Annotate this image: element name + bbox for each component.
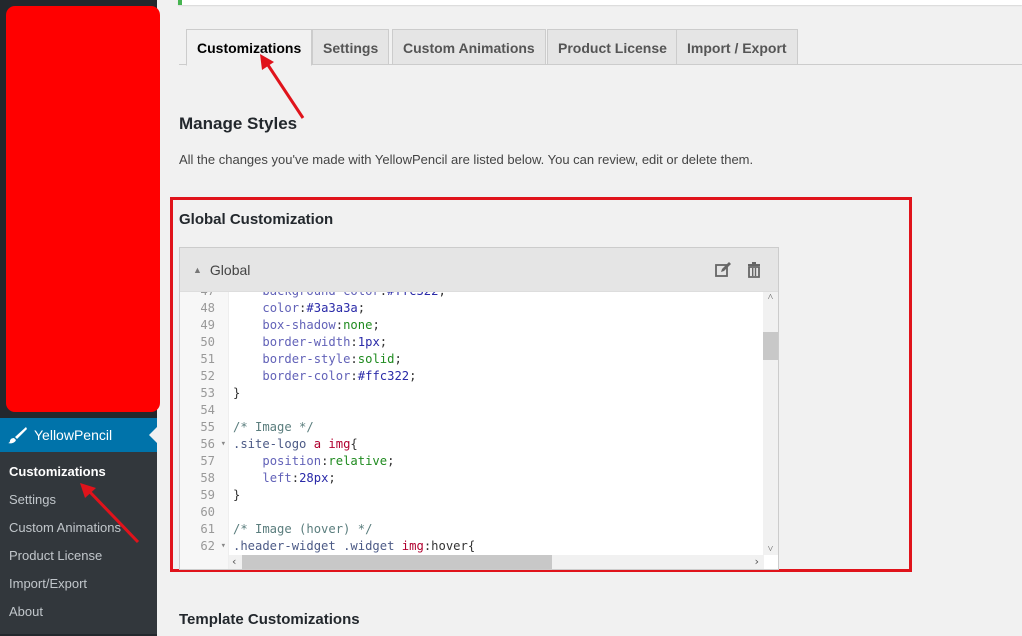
line-number: 51 [200, 352, 215, 366]
tab-product-license[interactable]: Product License [547, 29, 678, 65]
sidebar-submenu: Customizations Settings Custom Animation… [0, 452, 157, 634]
global-customization-heading: Global Customization [179, 211, 334, 228]
code-text: /* Image (hover) */ [233, 522, 373, 536]
line-number: 47 [180, 292, 229, 300]
horizontal-scroll-thumb[interactable] [242, 555, 552, 569]
sidebar-item-product-license[interactable]: Product License [0, 542, 157, 570]
code-text: border-color:#ffc322; [262, 369, 417, 383]
trash-icon[interactable] [745, 261, 763, 279]
line-number: 54 [200, 403, 215, 417]
code-text: .header-widget .widget img:hover{ [233, 539, 476, 553]
line-number: 50 [200, 335, 215, 349]
sidebar-item-settings[interactable]: Settings [0, 486, 157, 514]
code-text: color:#3a3a3a; [262, 301, 366, 315]
sidebar-item-about[interactable]: About [0, 598, 157, 626]
code-line[interactable]: 52 border-color:#ffc322; [180, 368, 764, 385]
redacted-region [6, 6, 160, 412]
code-line[interactable]: 58 left:28px; [180, 470, 764, 487]
page-title: Manage Styles [179, 114, 298, 133]
triangle-up-icon[interactable]: ▲ [193, 265, 202, 275]
code-line[interactable]: 48 color:#3a3a3a; [180, 300, 764, 317]
line-number: 61 [200, 522, 215, 536]
admin-notice [178, 0, 1022, 5]
code-text: } [233, 386, 241, 400]
horizontal-scrollbar[interactable]: ‹ › [229, 555, 764, 569]
tab-custom-animations[interactable]: Custom Animations [392, 29, 546, 65]
code-text: left:28px; [262, 471, 336, 485]
code-line[interactable]: 57 position:relative; [180, 453, 764, 470]
line-number: 53 [200, 386, 215, 400]
vertical-scrollbar[interactable]: ˄ ˅ [763, 292, 778, 555]
line-number: 59 [200, 488, 215, 502]
code-lines: 47 background-color:#ffc322;48 color:#3a… [180, 292, 764, 555]
code-text: } [233, 488, 241, 502]
sidebar-item-import-export[interactable]: Import/Export [0, 570, 157, 598]
code-line[interactable]: 60 [180, 504, 764, 521]
code-text: background-color:#ffc322; [229, 292, 445, 300]
current-menu-pointer [149, 427, 157, 443]
code-line[interactable]: 51 border-style:solid; [180, 351, 764, 368]
code-text: box-shadow:none; [262, 318, 380, 332]
sidebar-menu-label: YellowPencil [34, 427, 113, 443]
scroll-up-icon[interactable]: ˄ [763, 292, 778, 303]
scroll-left-icon[interactable]: ‹ [231, 555, 238, 569]
code-line[interactable]: 49 box-shadow:none; [180, 317, 764, 334]
panel-title: Global [209, 261, 251, 278]
line-number: 57 [200, 454, 215, 468]
code-text: .site-logo a img{ [233, 437, 358, 451]
vertical-scroll-thumb[interactable] [763, 332, 778, 360]
code-editor[interactable]: 47 background-color:#ffc322;48 color:#3a… [180, 292, 778, 569]
code-text: border-width:1px; [262, 335, 388, 349]
edit-icon[interactable] [714, 261, 732, 279]
code-line[interactable]: 54 [180, 402, 764, 419]
code-line[interactable]: 59} [180, 487, 764, 504]
line-number: 58 [200, 471, 215, 485]
global-style-panel: ▲ Global 47 background-color:#ffc322;48 … [179, 247, 779, 570]
nav-tabs: Customizations Settings Custom Animation… [179, 28, 1022, 66]
sidebar-menu-yellowpencil[interactable]: YellowPencil [0, 418, 157, 452]
tab-customizations[interactable]: Customizations [186, 29, 313, 66]
code-line[interactable]: 55 /* Image */ [180, 419, 764, 436]
scroll-right-icon[interactable]: › [753, 555, 760, 569]
fold-toggle-line-number[interactable]: 56 [180, 436, 229, 453]
tab-import-export[interactable]: Import / Export [676, 29, 798, 65]
line-number: 49 [200, 318, 215, 332]
panel-header[interactable]: ▲ Global [180, 248, 778, 292]
code-line[interactable]: 47 background-color:#ffc322; [180, 292, 764, 300]
line-number: 60 [200, 505, 215, 519]
page-description: All the changes you've made with YellowP… [179, 152, 754, 167]
code-text: /* Image */ [233, 420, 314, 434]
paintbrush-icon [8, 427, 27, 444]
fold-toggle-line-number[interactable]: 62 [180, 538, 229, 555]
sidebar-item-customizations[interactable]: Customizations [0, 458, 157, 486]
scroll-down-icon[interactable]: ˅ [763, 544, 778, 555]
code-line[interactable]: 62 .header-widget .widget img:hover{ [180, 538, 764, 555]
line-number: 52 [200, 369, 215, 383]
code-line[interactable]: 61 /* Image (hover) */ [180, 521, 764, 538]
template-customizations-heading: Template Customizations [179, 611, 360, 628]
admin-sidebar: YellowPencil Customizations Settings Cus… [0, 0, 160, 636]
sidebar-item-custom-animations[interactable]: Custom Animations [0, 514, 157, 542]
code-text: position:relative; [262, 454, 395, 468]
code-line[interactable]: 56 .site-logo a img{ [180, 436, 764, 453]
code-line[interactable]: 50 border-width:1px; [180, 334, 764, 351]
code-text: border-style:solid; [262, 352, 402, 366]
code-line[interactable]: 53} [180, 385, 764, 402]
tab-settings[interactable]: Settings [312, 29, 390, 65]
line-number: 48 [200, 301, 215, 315]
line-number: 55 [200, 420, 215, 434]
